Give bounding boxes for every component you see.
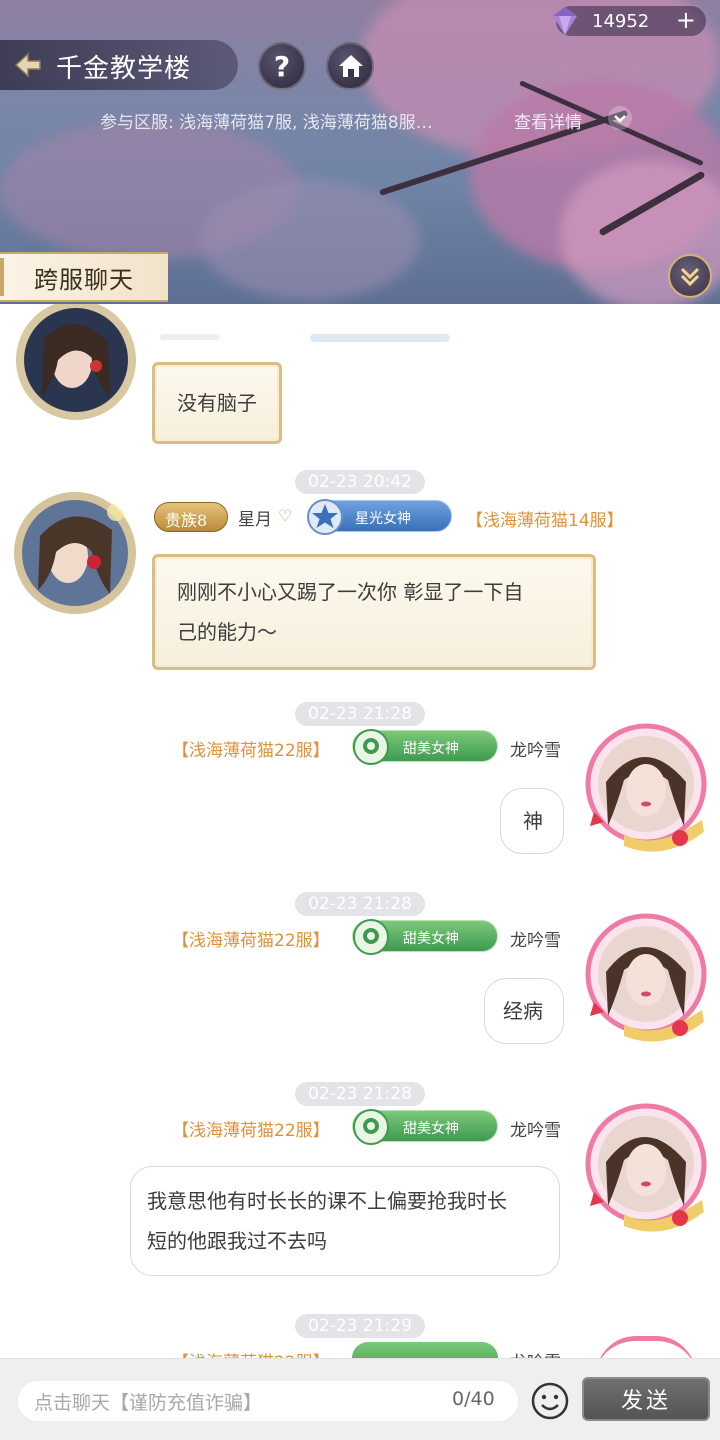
- noble-rank-badge: 贵族8: [154, 502, 228, 532]
- home-button[interactable]: [326, 42, 374, 90]
- message-text: 短的他跟我过不去吗: [147, 1229, 327, 1253]
- chevron-down-icon[interactable]: [608, 106, 632, 130]
- collapse-button[interactable]: [668, 254, 712, 298]
- title-badge: 星光女神: [307, 499, 452, 535]
- home-icon: [339, 55, 363, 77]
- avatar[interactable]: [596, 1336, 696, 1358]
- timestamp: 02-23 21:28: [295, 702, 425, 726]
- page-title: 千金教学楼: [56, 54, 192, 84]
- title-badge-text: 甜美女神: [403, 931, 459, 947]
- message-text: 没有脑子: [177, 391, 257, 415]
- back-arrow-icon[interactable]: [12, 50, 44, 80]
- diamond-icon: [553, 7, 577, 35]
- message-text: 神: [523, 809, 543, 833]
- add-gems-button[interactable]: +: [676, 7, 696, 33]
- message-text: 刚刚不小心又踢了一次你 彰显了一下自: [177, 580, 524, 604]
- blossom-cluster: [200, 180, 420, 300]
- help-button[interactable]: ?: [258, 42, 306, 90]
- avatar[interactable]: [584, 1102, 708, 1232]
- title-badge-text: 星光女神: [355, 511, 411, 527]
- avatar[interactable]: [14, 304, 138, 422]
- server-tag: 【浅海薄荷猫14服】: [466, 511, 624, 531]
- rose-icon: [353, 919, 389, 955]
- nickname[interactable]: 星月: [238, 505, 272, 530]
- avatar[interactable]: [584, 912, 708, 1042]
- title-bar: 千金教学楼: [0, 40, 238, 90]
- header-banner: 14952 + 千金教学楼 ? 参与区服: 浅海薄荷猫7服, 浅海薄荷猫8服… …: [0, 0, 720, 304]
- question-mark-icon: ?: [273, 49, 291, 83]
- nickname[interactable]: 龙吟雪: [510, 736, 561, 761]
- title-badge: 甜美女神: [352, 919, 498, 955]
- avatar[interactable]: [584, 722, 708, 852]
- server-tag: 【浅海薄荷猫22服】: [172, 741, 330, 761]
- tab-label: 跨服聊天: [34, 265, 134, 294]
- message-bubble: 没有脑子: [152, 362, 282, 444]
- server-tag: 【浅海薄荷猫22服】: [172, 1348, 330, 1358]
- chat-input-placeholder: 点击聊天【谨防充值诈骗】: [34, 1392, 263, 1414]
- title-badge: [352, 1342, 498, 1358]
- message-bubble: 刚刚不小心又踢了一次你 彰显了一下自 己的能力～: [152, 554, 596, 670]
- message-bubble: 神: [500, 788, 564, 854]
- title-badge-text: 甜美女神: [403, 741, 459, 757]
- rose-icon: [353, 729, 389, 765]
- decoration-icon: ♡: [278, 506, 293, 525]
- gem-counter: 14952 +: [553, 6, 706, 36]
- view-details-link[interactable]: 查看详情: [514, 108, 582, 133]
- message-bubble: 我意思他有时长长的课不上偏要抢我时长 短的他跟我过不去吗: [130, 1166, 560, 1276]
- server-tag: 【浅海薄荷猫22服】: [172, 931, 330, 951]
- double-chevron-down-icon: [680, 267, 700, 287]
- nickname[interactable]: 龙吟雪: [510, 926, 561, 951]
- avatar[interactable]: [12, 490, 138, 616]
- nickname[interactable]: 龙吟雪: [510, 1116, 561, 1141]
- message-text: 我意思他有时长长的课不上偏要抢我时长: [147, 1189, 507, 1213]
- title-badge: 甜美女神: [352, 729, 498, 765]
- gem-count: 14952: [592, 11, 650, 32]
- message-bubble: 经病: [484, 978, 564, 1044]
- timestamp: 02-23 21:28: [295, 1082, 425, 1106]
- participating-servers: 参与区服: 浅海薄荷猫7服, 浅海薄荷猫8服…: [100, 113, 433, 133]
- emoji-icon[interactable]: [530, 1381, 570, 1421]
- send-label: 发送: [620, 1389, 671, 1414]
- send-button[interactable]: 发送: [582, 1377, 710, 1421]
- partial-badge: [310, 334, 450, 342]
- message-text: 己的能力～: [177, 620, 277, 644]
- rose-icon: [353, 1109, 389, 1145]
- message-text: 经病: [503, 999, 543, 1023]
- server-tag: 【浅海薄荷猫22服】: [172, 1121, 330, 1141]
- tab-cross-server-chat[interactable]: 跨服聊天: [0, 252, 168, 302]
- character-count: 0/40: [452, 1388, 495, 1410]
- title-badge-text: 甜美女神: [403, 1121, 459, 1137]
- timestamp: 02-23 21:29: [295, 1314, 425, 1338]
- chat-input-bar: 点击聊天【谨防充值诈骗】 0/40 发送: [0, 1358, 720, 1440]
- title-badge: 甜美女神: [352, 1109, 498, 1145]
- star-icon: [307, 499, 343, 535]
- chat-list[interactable]: 没有脑子 02-23 20:42 贵族8 星月 ♡ 星光女神 【浅海薄荷猫14服…: [0, 304, 720, 1358]
- noble-rank: 贵族8: [165, 511, 208, 530]
- partial-badge: [160, 334, 220, 340]
- timestamp: 02-23 21:28: [295, 892, 425, 916]
- nickname[interactable]: 龙吟雪: [510, 1348, 561, 1358]
- timestamp: 02-23 20:42: [295, 470, 425, 494]
